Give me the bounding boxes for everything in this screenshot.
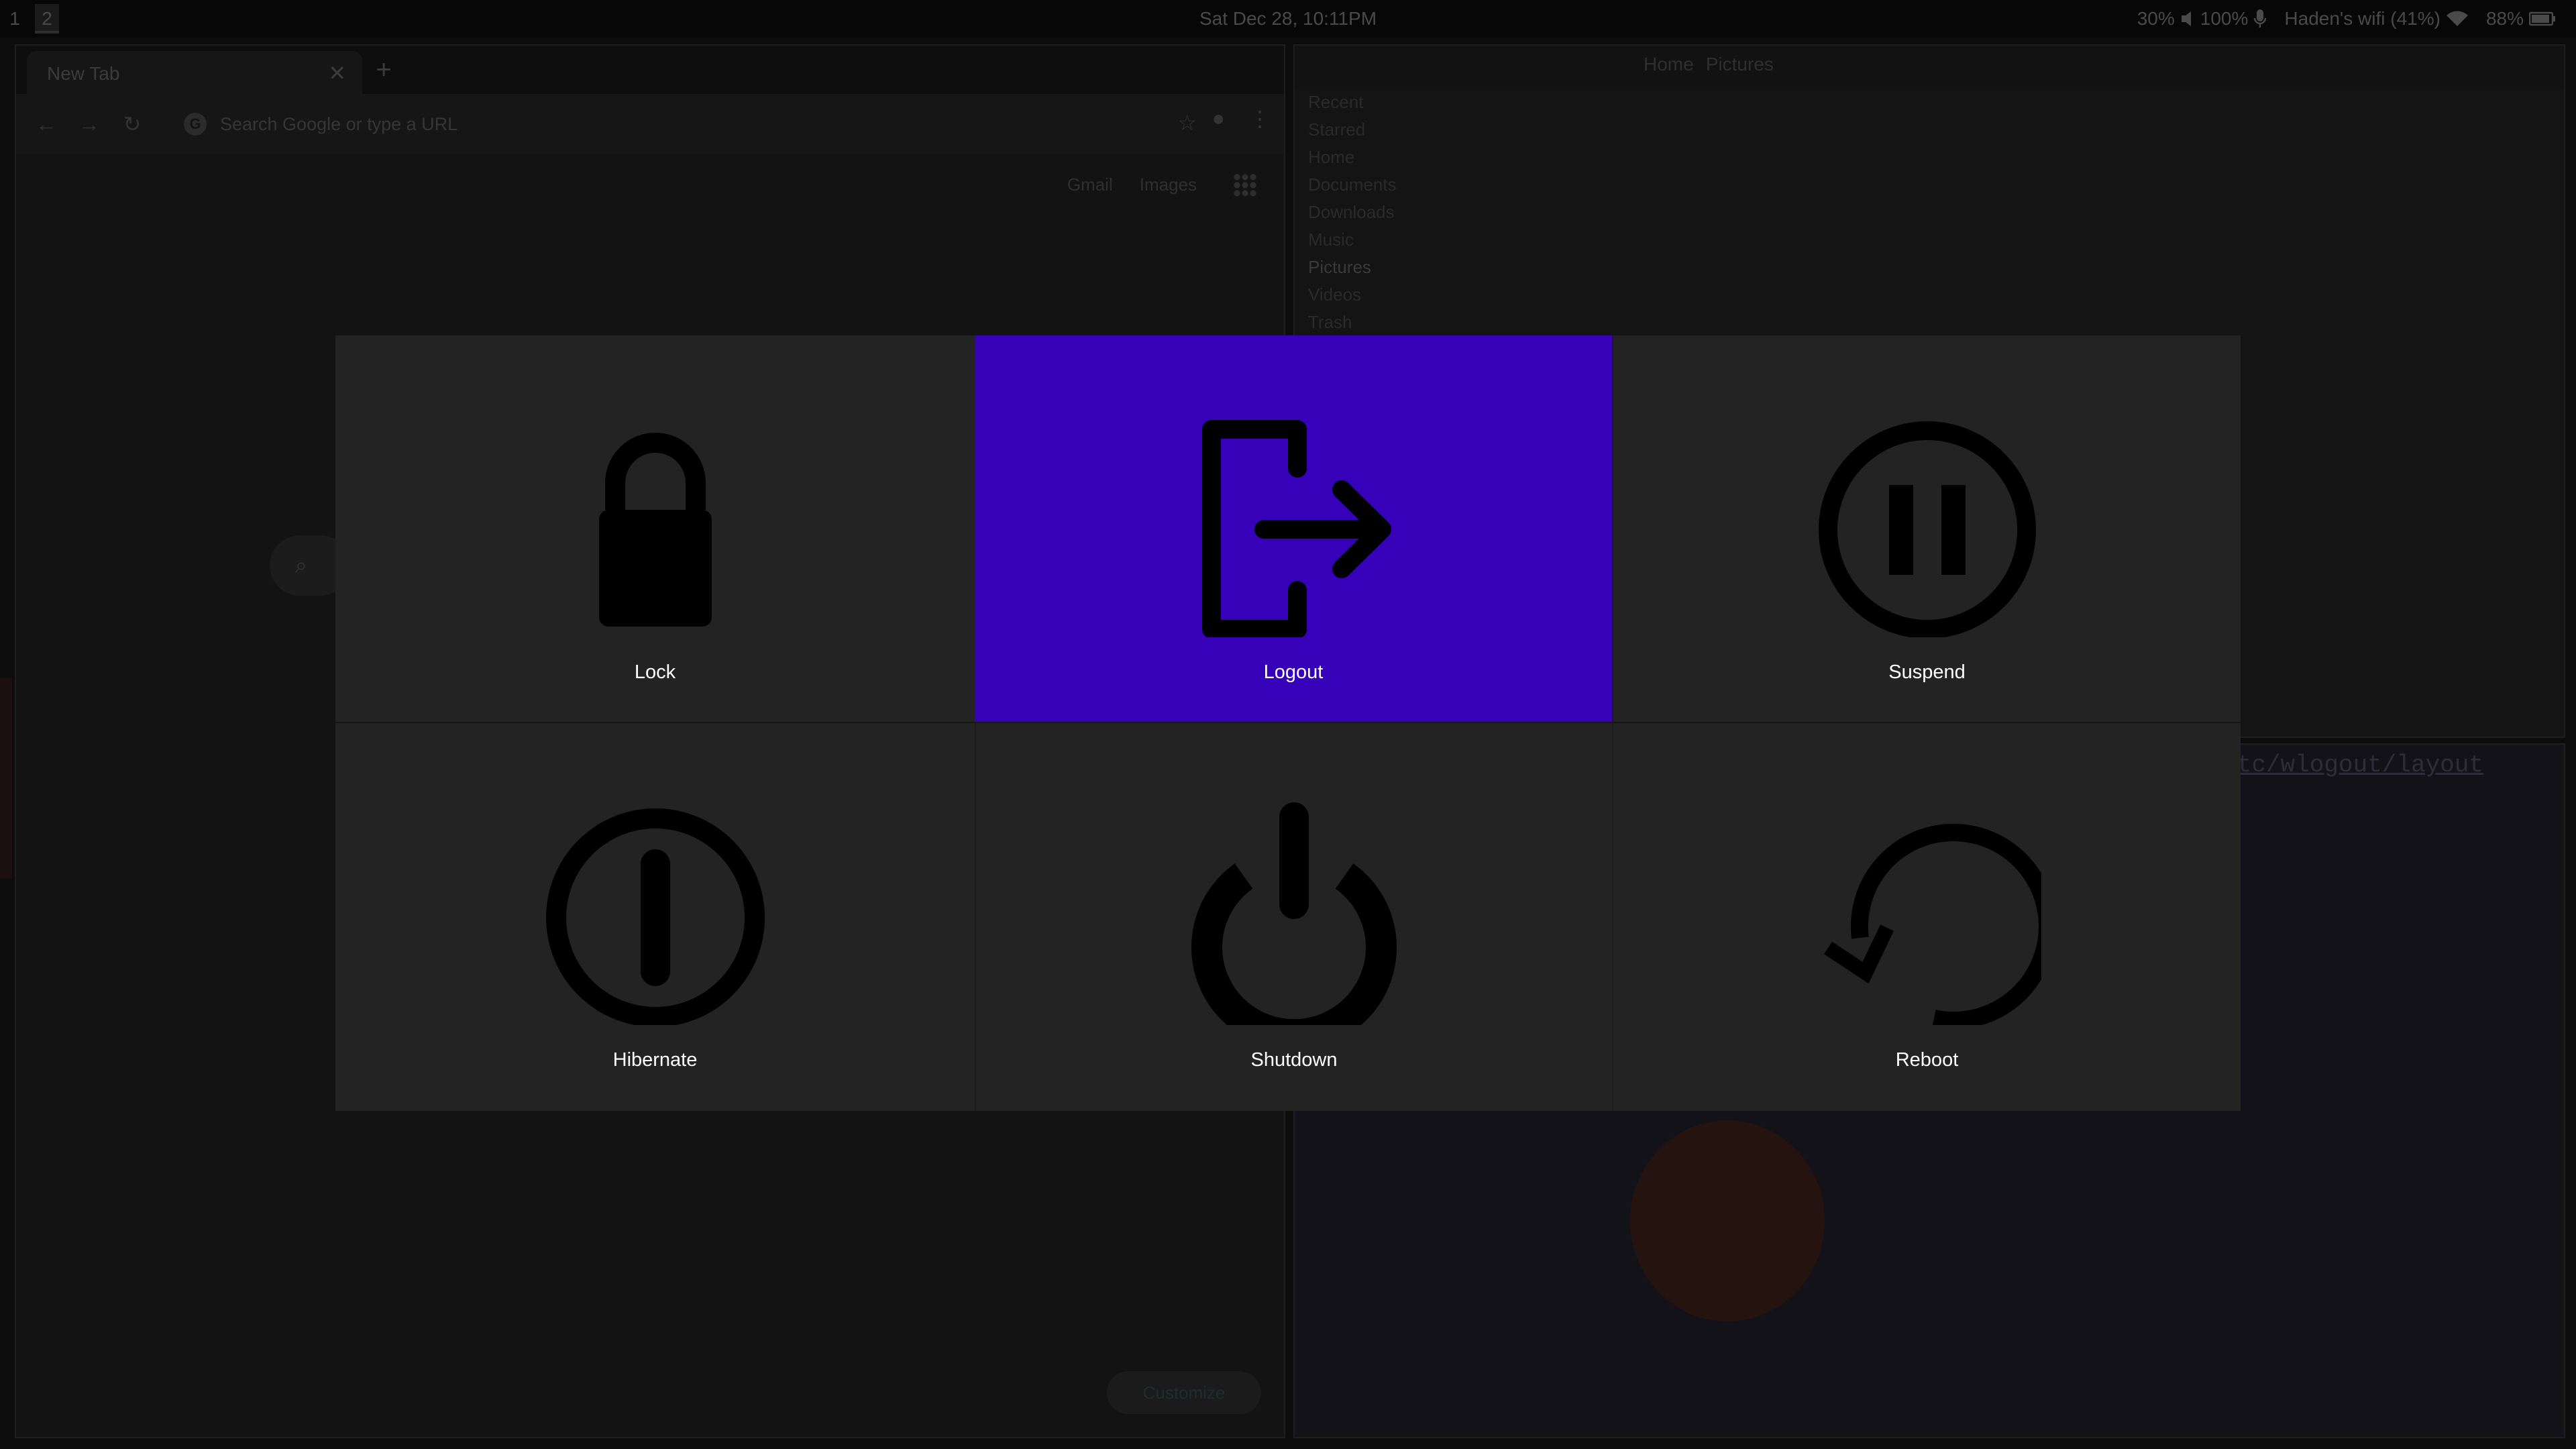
google-icon: G (184, 113, 207, 136)
sidebar-item-documents[interactable]: Documents (1308, 171, 1397, 199)
lock-button[interactable]: Lock (335, 335, 975, 723)
volume-level[interactable]: 30% (2137, 8, 2175, 30)
tab-title: New Tab (47, 63, 120, 84)
logout-icon (1202, 420, 1391, 637)
power-icon (1191, 802, 1397, 1025)
back-arrow-icon[interactable]: ← (30, 107, 63, 141)
breadcrumb-home[interactable]: Home (1644, 54, 1694, 75)
wifi-label[interactable]: Haden's wifi (41%) (2284, 8, 2440, 30)
suspend-icon (1818, 421, 2036, 637)
reboot-label: Reboot (1895, 1049, 1959, 1071)
apps-grid-icon[interactable] (1233, 173, 1257, 197)
terminal-link[interactable]: tc/wlogout/layout (2237, 751, 2483, 779)
bookmark-star-icon[interactable]: ☆ (1177, 110, 1197, 136)
close-tab-icon[interactable]: ✕ (328, 60, 346, 86)
hibernate-icon (545, 808, 765, 1025)
hibernate-label: Hibernate (612, 1049, 698, 1071)
shutdown-button[interactable]: Shutdown (975, 723, 1612, 1111)
suspend-button[interactable]: Suspend (1612, 335, 2241, 723)
breadcrumb: Home Pictures (1644, 54, 1774, 75)
ntp-links: Gmail Images (1067, 174, 1197, 195)
files-sidebar: Recent Starred Home Documents Downloads … (1308, 89, 1397, 336)
profile-icon[interactable]: ● (1212, 106, 1225, 131)
sidebar-item-trash[interactable]: Trash (1308, 309, 1397, 336)
sidebar-item-pictures[interactable]: Pictures (1308, 254, 1397, 281)
browser-tab[interactable]: New Tab ✕ (27, 51, 362, 94)
sidebar-item-home[interactable]: Home (1308, 144, 1397, 171)
status-bar: 1 2 Sat Dec 28, 10:11PM 30% 100% Haden's… (0, 0, 2576, 38)
lock-label: Lock (634, 661, 676, 683)
sidebar-item-music[interactable]: Music (1308, 226, 1397, 254)
reload-icon[interactable]: ↻ (115, 107, 149, 141)
lock-icon (598, 433, 712, 627)
microphone-icon (2253, 9, 2267, 29)
mic-level[interactable]: 100% (2200, 8, 2249, 30)
search-icon: ⌕ (295, 553, 307, 577)
shutdown-label: Shutdown (1250, 1049, 1338, 1071)
power-menu: Lock Logout Suspend Hibernate Shutdown R… (335, 335, 2241, 1111)
sidebar-item-videos[interactable]: Videos (1308, 281, 1397, 309)
menu-dots-icon[interactable]: ⋮ (1249, 106, 1271, 131)
tab-strip: New Tab ✕ + (16, 46, 1284, 94)
logout-button[interactable]: Logout (975, 335, 1612, 723)
battery-icon (2529, 11, 2556, 26)
customize-button[interactable]: Customize (1107, 1371, 1261, 1414)
images-link[interactable]: Images (1140, 174, 1197, 195)
sidebar-item-starred[interactable]: Starred (1308, 116, 1397, 144)
forward-arrow-icon[interactable]: → (72, 107, 106, 141)
hibernate-button[interactable]: Hibernate (335, 723, 975, 1111)
wallpaper-art (1630, 1120, 1825, 1322)
suspend-label: Suspend (1888, 661, 1966, 683)
address-placeholder: Search Google or type a URL (220, 114, 458, 134)
window-edge (0, 678, 12, 879)
reboot-icon (1823, 824, 2041, 1025)
battery-level[interactable]: 88% (2486, 8, 2524, 30)
gmail-link[interactable]: Gmail (1067, 174, 1113, 195)
wifi-icon (2446, 10, 2469, 28)
browser-toolbar: ← → ↻ G Search Google or type a URL ☆ ● … (16, 94, 1284, 154)
sidebar-item-recent[interactable]: Recent (1308, 89, 1397, 116)
new-tab-button[interactable]: + (365, 51, 402, 89)
address-bar[interactable]: G Search Google or type a URL ☆ (170, 103, 1224, 145)
reboot-button[interactable]: Reboot (1612, 723, 2241, 1111)
breadcrumb-pictures[interactable]: Pictures (1706, 54, 1774, 75)
volume-icon (2180, 10, 2195, 28)
files-header: Home Pictures (1295, 46, 2564, 90)
system-tray: 30% 100% Haden's wifi (41%) 88% (2137, 8, 2556, 30)
logout-label: Logout (1263, 661, 1324, 683)
sidebar-item-downloads[interactable]: Downloads (1308, 199, 1397, 226)
